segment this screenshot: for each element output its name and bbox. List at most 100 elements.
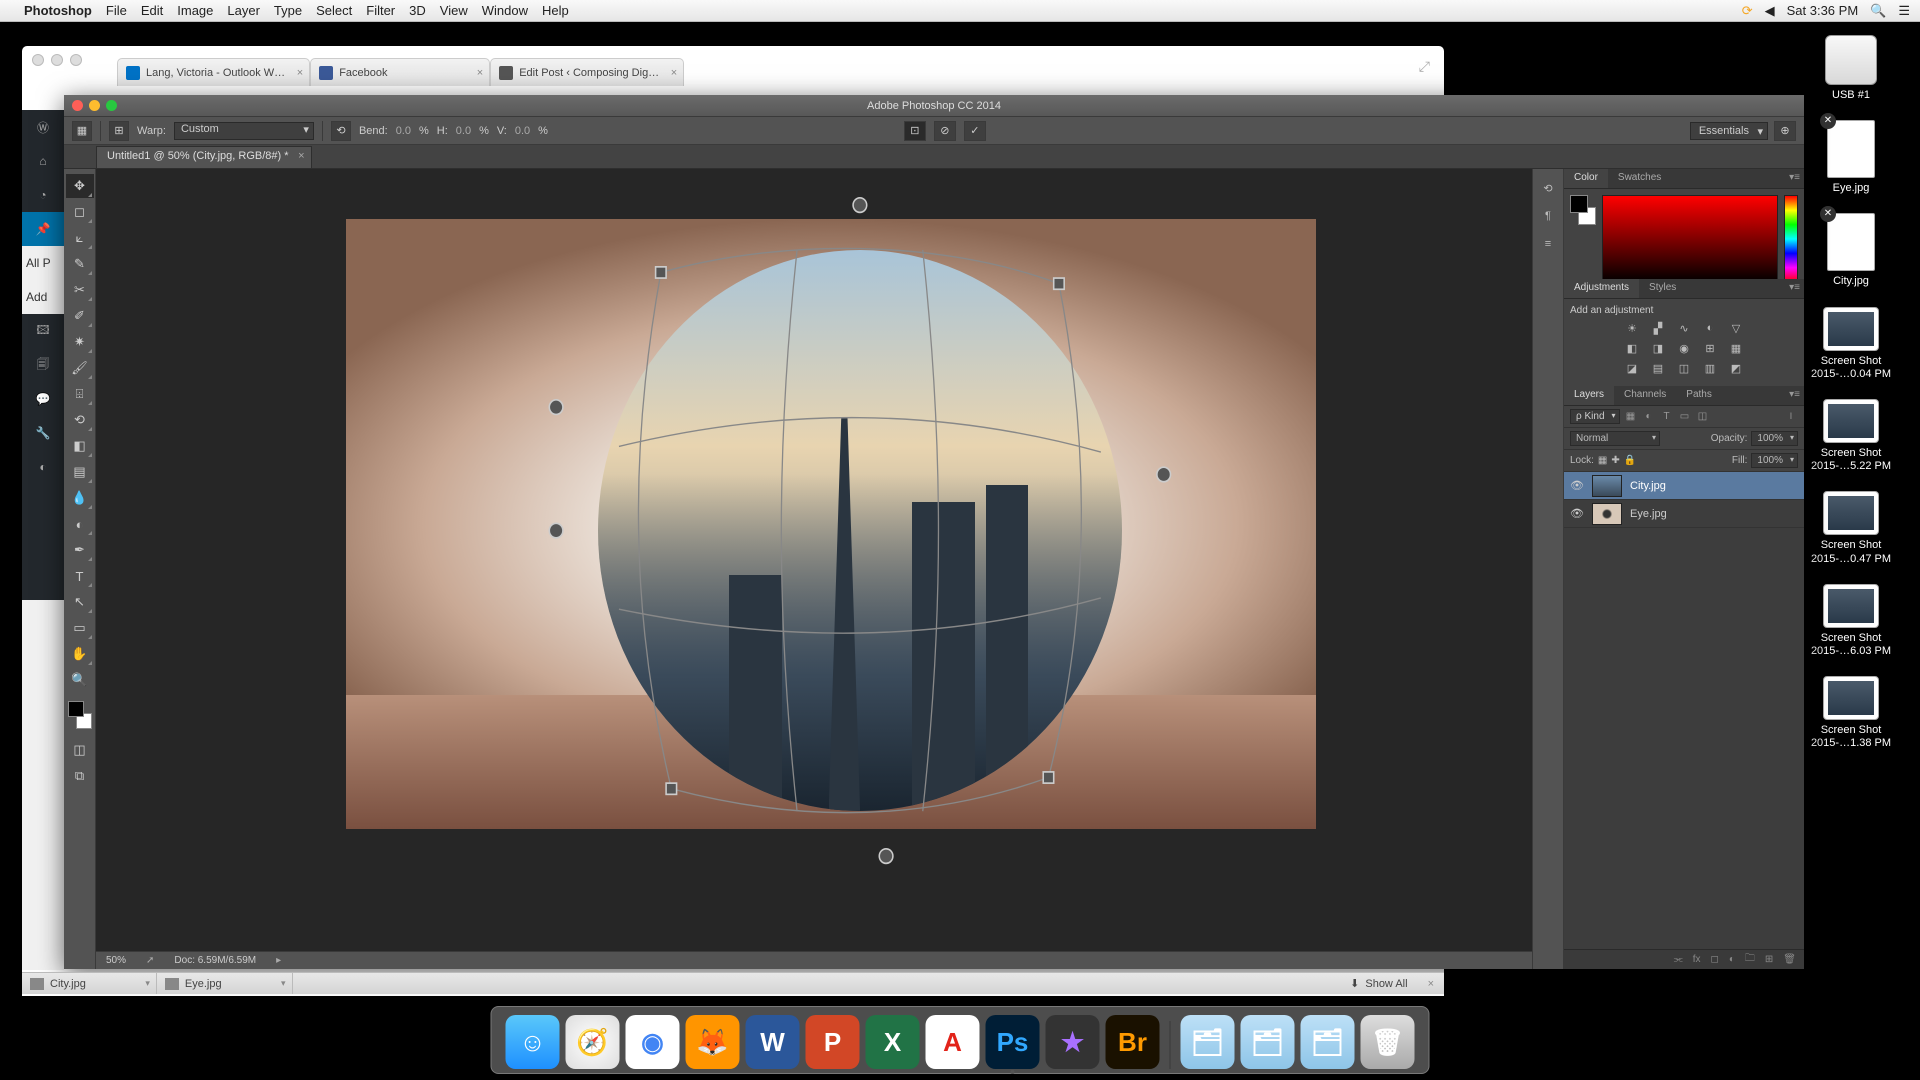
dock-trash[interactable]: 🗑 — [1361, 1015, 1415, 1069]
panel-tab-channels[interactable]: Channels — [1614, 386, 1676, 405]
marquee-tool[interactable]: ◻ — [66, 200, 94, 224]
wp-sidebar-item[interactable]: 💬 — [22, 382, 64, 416]
cancel-transform-icon[interactable]: ⊘ — [934, 121, 956, 141]
menu-filter[interactable]: Filter — [366, 3, 395, 18]
lock-all-icon[interactable]: 🔒 — [1624, 455, 1636, 466]
layer-fx-icon[interactable]: fx — [1693, 954, 1701, 965]
tab-close-icon[interactable]: × — [477, 67, 483, 79]
dock-app-safari[interactable]: 🧭 — [566, 1015, 620, 1069]
lasso-tool[interactable]: ⟀ — [66, 226, 94, 250]
pen-tool[interactable]: ✒ — [66, 538, 94, 562]
adj-curves-icon[interactable]: ∿ — [1675, 320, 1693, 336]
dock-app-excel[interactable]: X — [866, 1015, 920, 1069]
filter-shape-icon[interactable]: ▭ — [1678, 410, 1692, 424]
lock-pixels-icon[interactable]: ▦ — [1598, 455, 1607, 466]
zoom-tool[interactable]: 🔍 — [66, 668, 94, 692]
status-sync-icon[interactable]: ⟳ — [1742, 3, 1753, 19]
collapsed-history-icon[interactable]: ⟲ — [1536, 177, 1560, 199]
transform-anchor-icon[interactable]: ▦ — [72, 121, 92, 141]
adj-vibrance-icon[interactable]: ▽ — [1727, 320, 1745, 336]
blend-mode-dropdown[interactable]: Normal — [1570, 431, 1660, 446]
layer-name[interactable]: Eye.jpg — [1630, 508, 1667, 520]
window-minimize-button[interactable] — [89, 100, 100, 111]
wp-submenu-label[interactable]: All P — [22, 246, 64, 280]
filter-adjust-icon[interactable]: ◐ — [1642, 410, 1656, 424]
clone-stamp-tool[interactable]: ⌹ — [66, 382, 94, 406]
doc-tab-close-icon[interactable]: × — [298, 150, 304, 162]
path-select-tool[interactable]: ↖ — [66, 590, 94, 614]
desktop-drive[interactable]: USB #1 — [1801, 35, 1901, 102]
menubar-app-name[interactable]: Photoshop — [24, 3, 92, 18]
spotlight-icon[interactable]: 🔍 — [1870, 3, 1886, 19]
adj-hue-icon[interactable]: ◧ — [1623, 340, 1641, 356]
menubar-clock[interactable]: Sat 3:36 PM — [1787, 3, 1859, 18]
wp-sidebar-item[interactable]: ◔ — [22, 178, 64, 212]
wp-sidebar-item[interactable]: 🗐 — [22, 348, 64, 382]
menu-view[interactable]: View — [440, 3, 468, 18]
ps-canvas[interactable]: 50% ➚ Doc: 6.59M/6.59M ▸ — [96, 169, 1532, 969]
layer-visibility-icon[interactable]: 👁 — [1570, 507, 1584, 520]
menu-file[interactable]: File — [106, 3, 127, 18]
menu-select[interactable]: Select — [316, 3, 352, 18]
wp-submenu-label[interactable]: Add — [22, 280, 64, 314]
panel-tab-color[interactable]: Color — [1564, 169, 1608, 188]
layer-filter-dropdown[interactable]: ρ Kind — [1570, 409, 1620, 424]
menu-layer[interactable]: Layer — [227, 3, 260, 18]
layer-thumbnail[interactable] — [1592, 475, 1622, 497]
desktop-file[interactable]: Screen Shot 2015-…5.22 PM — [1801, 399, 1901, 473]
dock-app-imovie[interactable]: ★ — [1046, 1015, 1100, 1069]
desktop-file[interactable]: Screen Shot 2015-…1.38 PM — [1801, 676, 1901, 750]
menu-3d[interactable]: 3D — [409, 3, 426, 18]
adj-selective-icon[interactable]: ◩ — [1727, 360, 1745, 376]
adj-threshold-icon[interactable]: ◫ — [1675, 360, 1693, 376]
adj-lookup-icon[interactable]: ▦ — [1727, 340, 1745, 356]
chevron-down-icon[interactable]: ▾ — [145, 978, 150, 989]
dock-folder[interactable]: 🗂 — [1181, 1015, 1235, 1069]
filter-toggle-icon[interactable]: ⏽ — [1784, 410, 1798, 424]
mini-bridge-item[interactable]: Eye.jpg▾ — [157, 973, 293, 994]
color-picker[interactable] — [68, 701, 92, 729]
layer-row[interactable]: 👁 Eye.jpg — [1564, 500, 1804, 528]
dock-app-photoshop[interactable]: Ps — [986, 1015, 1040, 1069]
bar-close-icon[interactable]: × — [1418, 978, 1444, 990]
eyedropper-tool[interactable]: ✐ — [66, 304, 94, 328]
desktop-file[interactable]: Screen Shot 2015-…0.47 PM — [1801, 491, 1901, 565]
quick-mask-icon[interactable]: ◫ — [66, 738, 94, 762]
quick-select-tool[interactable]: ✎ — [66, 252, 94, 276]
filter-type-icon[interactable]: T — [1660, 410, 1674, 424]
wp-sidebar-item-posts[interactable]: 📌 — [22, 212, 64, 246]
warp-grid-icon[interactable]: ⊞ — [109, 121, 129, 141]
desktop-file[interactable]: Screen Shot 2015-…0.04 PM — [1801, 307, 1901, 381]
dock-folder[interactable]: 🗂 — [1241, 1015, 1295, 1069]
status-volume-icon[interactable]: ◀ — [1765, 3, 1775, 19]
browser-tab[interactable]: Edit Post ‹ Composing Dig…× — [490, 58, 684, 86]
warp-mesh-toggle-icon[interactable]: ⊡ — [904, 121, 926, 141]
adj-channel-mixer-icon[interactable]: ⊞ — [1701, 340, 1719, 356]
commit-transform-icon[interactable]: ✓ — [964, 121, 986, 141]
healing-brush-tool[interactable]: ✷ — [66, 330, 94, 354]
wp-sidebar-item[interactable]: ⌂ — [22, 144, 64, 178]
tab-close-icon[interactable]: × — [297, 67, 303, 79]
v-value[interactable]: 0.0 — [515, 125, 530, 137]
adj-invert-icon[interactable]: ◪ — [1623, 360, 1641, 376]
shape-tool[interactable]: ▭ — [66, 616, 94, 640]
layer-row[interactable]: 👁 City.jpg — [1564, 472, 1804, 500]
wp-sidebar-item[interactable]: 🖾 — [22, 314, 64, 348]
collapsed-paragraph-icon[interactable]: ≡ — [1536, 233, 1560, 255]
layer-mask-icon[interactable]: ◻ — [1711, 954, 1719, 965]
mini-bridge-item[interactable]: City.jpg▾ — [22, 973, 157, 994]
show-all-button[interactable]: ⬇Show All — [1340, 977, 1417, 990]
workspace-dropdown[interactable]: Essentials — [1690, 122, 1768, 140]
dock-app-chrome[interactable]: ◉ — [626, 1015, 680, 1069]
panel-menu-icon[interactable]: ▾≡ — [1789, 172, 1800, 183]
new-fill-icon[interactable]: ◐ — [1729, 954, 1735, 965]
layer-visibility-icon[interactable]: 👁 — [1570, 479, 1584, 492]
new-group-icon[interactable]: 🗀 — [1745, 951, 1755, 968]
lock-position-icon[interactable]: ✚ — [1611, 455, 1619, 466]
layer-name[interactable]: City.jpg — [1630, 480, 1666, 492]
menu-edit[interactable]: Edit — [141, 3, 163, 18]
wp-sidebar-item[interactable]: Ⓦ — [22, 110, 64, 144]
gradient-tool[interactable]: ▤ — [66, 460, 94, 484]
opacity-value[interactable]: 100% — [1751, 431, 1798, 446]
color-field[interactable] — [1602, 195, 1778, 283]
